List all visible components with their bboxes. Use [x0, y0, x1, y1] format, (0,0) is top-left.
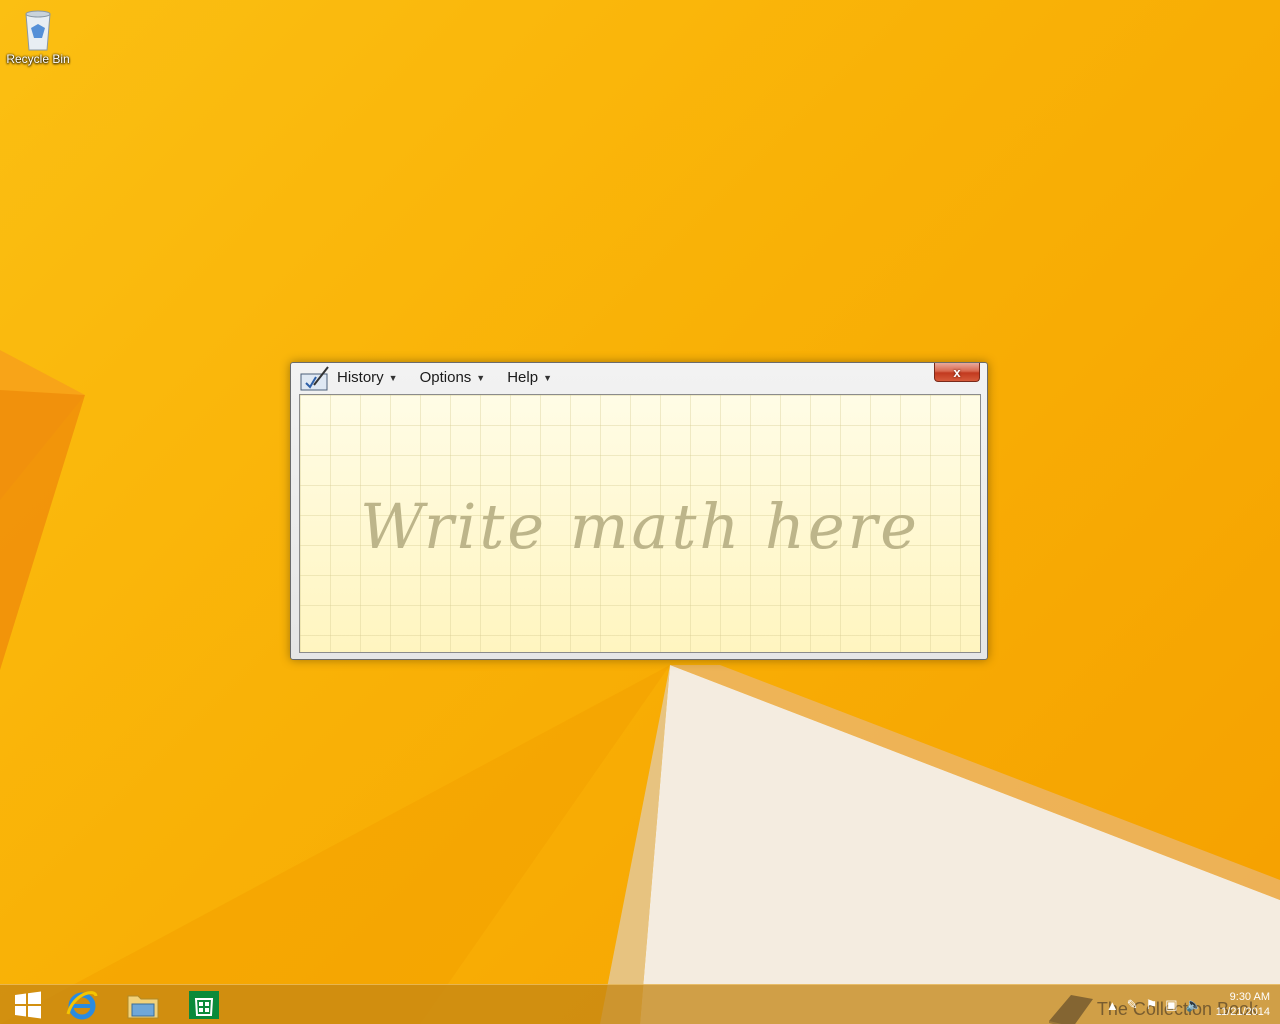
internet-explorer-icon: [66, 991, 98, 1020]
writing-hint: Write math here: [360, 490, 920, 563]
desktop: Recycle Bin History ▼ Options ▼ Help ▼ x…: [0, 0, 1280, 1024]
math-input-panel-window[interactable]: History ▼ Options ▼ Help ▼ x Write math …: [290, 362, 988, 660]
math-input-tray-icon[interactable]: ✎: [1127, 997, 1138, 1013]
menu-history[interactable]: History ▼: [337, 369, 398, 386]
clock[interactable]: 9:30 AM 11/21/2014: [1216, 990, 1270, 1020]
recycle-bin-icon: [25, 10, 51, 51]
taskbar-internet-explorer[interactable]: [54, 985, 110, 1024]
menu-bar: History ▼ Options ▼ Help ▼: [337, 369, 574, 386]
menu-help[interactable]: Help ▼: [507, 369, 552, 386]
close-icon: x: [953, 364, 961, 380]
system-tray: ▲ ✎ ⚑ ▣ 🔈 9:30 AM 11/21/2014: [1106, 985, 1270, 1024]
book-icon: [1048, 995, 1093, 1024]
clock-time: 9:30 AM: [1229, 991, 1270, 1003]
desktop-icon-recycle-bin[interactable]: Recycle Bin: [4, 6, 72, 66]
action-center-flag-icon[interactable]: ⚑: [1146, 997, 1158, 1013]
folder-icon: [127, 995, 159, 1019]
desktop-icon-label: Recycle Bin: [6, 52, 70, 66]
close-button[interactable]: x: [934, 363, 980, 382]
chevron-down-icon: ▼: [476, 372, 486, 383]
taskbar-file-explorer[interactable]: [115, 985, 171, 1024]
show-hidden-icons-icon[interactable]: ▲: [1106, 998, 1119, 1013]
windows-logo-icon: [15, 991, 41, 1019]
menu-options[interactable]: Options ▼: [420, 369, 486, 386]
taskbar: The Collection Book ▲ ✎ ⚑ ▣ 🔈 9:30 AM 11…: [0, 984, 1280, 1024]
math-input-app-icon: [300, 365, 330, 396]
chevron-down-icon: ▼: [543, 372, 552, 383]
clock-date: 11/21/2014: [1215, 1006, 1270, 1018]
store-icon: [189, 991, 219, 1019]
taskbar-store[interactable]: [176, 985, 232, 1024]
chevron-down-icon: ▼: [388, 372, 398, 383]
math-writing-area[interactable]: Write math here: [299, 394, 981, 653]
speaker-icon[interactable]: 🔈: [1186, 997, 1202, 1013]
network-icon[interactable]: ▣: [1165, 997, 1177, 1013]
start-button[interactable]: [0, 985, 56, 1024]
